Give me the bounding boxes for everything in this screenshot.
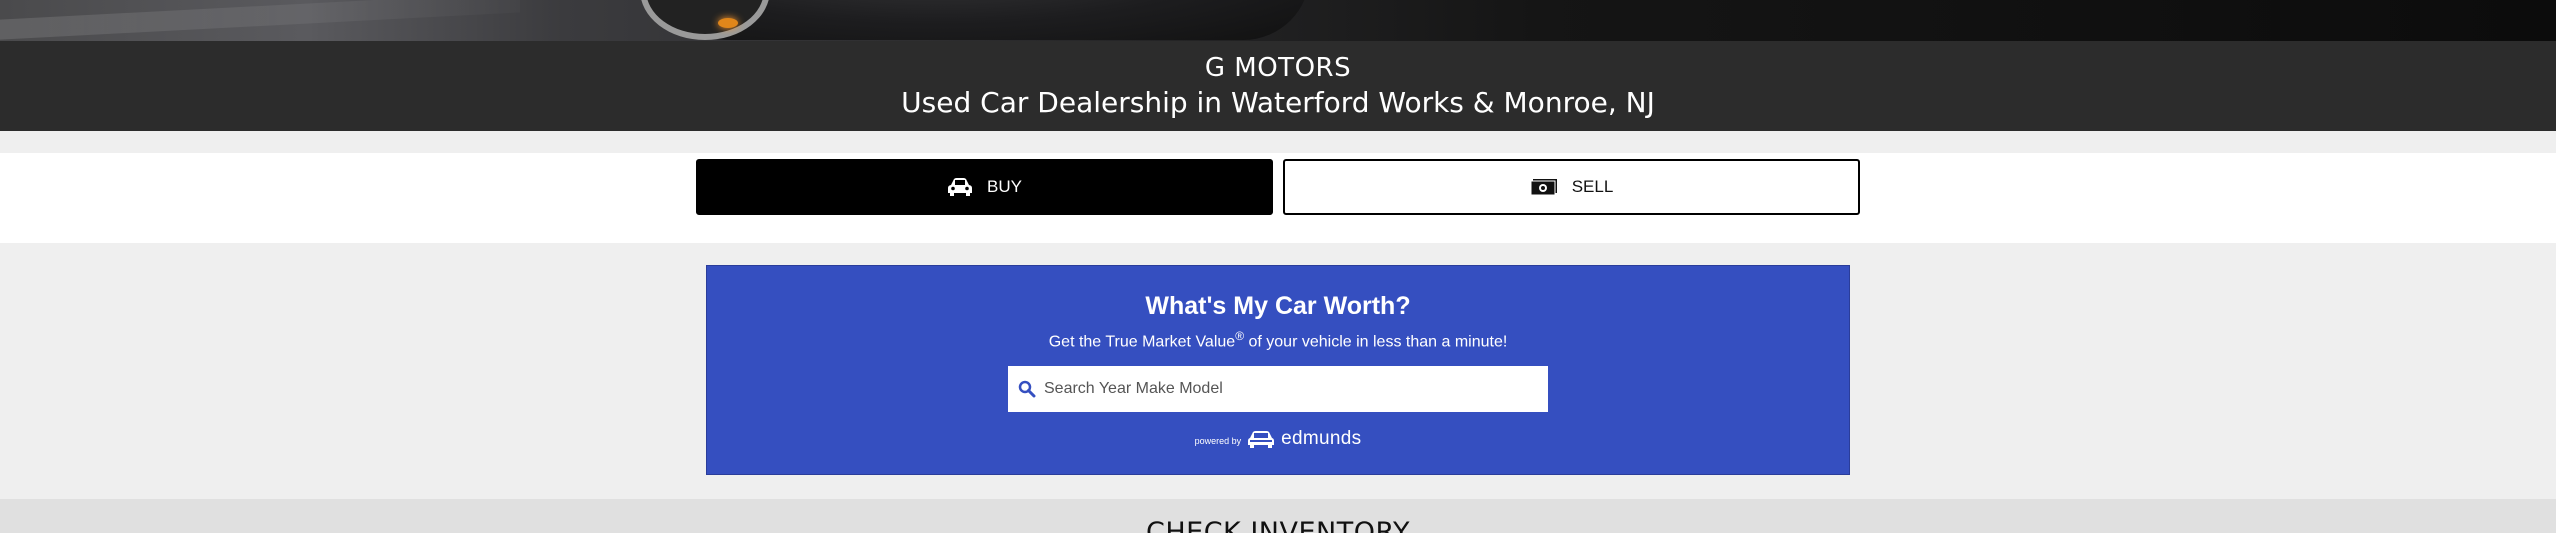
hero-image — [0, 0, 2556, 41]
powered-by-edmunds: powered by edmunds — [707, 428, 1849, 450]
widget-subtitle-end: of your vehicle in less than a minute! — [1244, 333, 1508, 351]
sell-button[interactable]: SELL — [1283, 159, 1860, 215]
buy-button[interactable]: BUY — [696, 159, 1273, 215]
registered-mark: ® — [1235, 329, 1245, 343]
inventory-section: CHECK INVENTORY — [0, 499, 2556, 533]
powered-by-label: powered by — [1194, 436, 1242, 446]
edmunds-logo-icon — [1248, 431, 1275, 448]
inventory-heading: CHECK INVENTORY — [1145, 517, 1410, 533]
hero-road-streak — [0, 0, 520, 40]
hero-car-light — [718, 18, 738, 28]
dealer-name: G MOTORS — [1204, 53, 1352, 83]
widget-subtitle: Get the True Market Value® of your vehic… — [707, 329, 1849, 351]
edmunds-brand: edmunds — [1281, 428, 1362, 449]
cash-icon — [1530, 179, 1557, 196]
car-value-widget: What's My Car Worth? Get the True Market… — [706, 265, 1850, 475]
vehicle-search-box[interactable] — [1008, 366, 1548, 412]
car-icon — [948, 178, 973, 196]
sell-label: SELL — [1571, 177, 1614, 196]
search-icon — [1018, 380, 1036, 398]
widget-title: What's My Car Worth? — [1145, 292, 1411, 320]
widget-subtitle-start: Get the True Market Value — [1048, 333, 1236, 351]
vehicle-search-input[interactable] — [1044, 380, 1534, 398]
buy-label: BUY — [987, 177, 1022, 196]
buy-sell-strip — [0, 153, 2556, 243]
dealer-banner: G MOTORS Used Car Dealership in Waterfor… — [0, 41, 2556, 131]
dealer-tagline: Used Car Dealership in Waterford Works &… — [901, 86, 1655, 119]
